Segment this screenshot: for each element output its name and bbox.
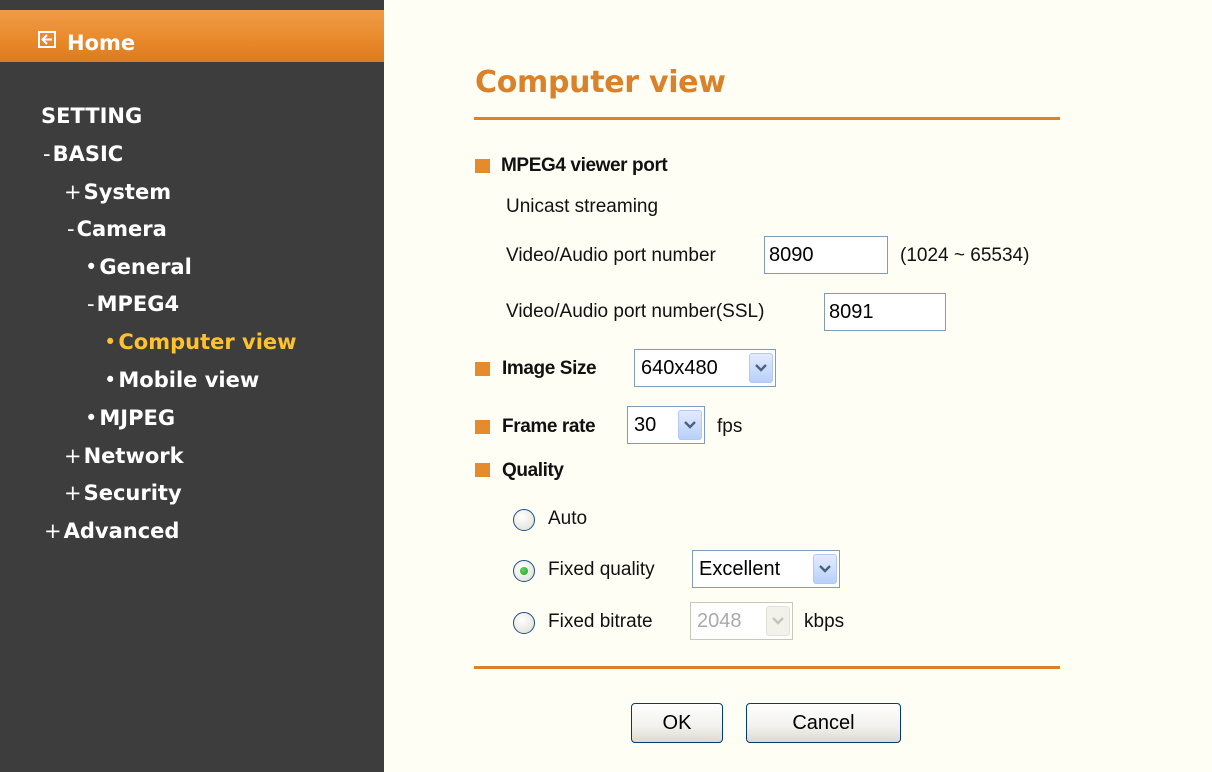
- bullet-marker: •: [104, 368, 117, 392]
- fixed-bitrate-value: 2048: [697, 610, 742, 632]
- bullet-marker: •: [85, 406, 98, 430]
- nav-camera-label: Camera: [76, 217, 167, 241]
- cancel-button[interactable]: Cancel: [746, 703, 901, 743]
- nav-computer-view[interactable]: •Computer view: [104, 329, 297, 355]
- frame-rate-select[interactable]: 30: [627, 406, 705, 444]
- expand-marker: +: [64, 444, 82, 468]
- fixed-quality-radio[interactable]: [513, 560, 535, 582]
- nav-network-label: Network: [83, 444, 184, 468]
- bullet-marker: •: [85, 255, 98, 279]
- ssl-port-input[interactable]: [824, 293, 946, 331]
- ssl-port-label: Video/Audio port number(SSL): [506, 301, 765, 322]
- image-size-value: 640x480: [641, 357, 718, 379]
- fixed-bitrate-radio[interactable]: [513, 612, 535, 634]
- fixed-quality-value: Excellent: [699, 558, 781, 580]
- nav-security-label: Security: [83, 481, 182, 505]
- nav-security[interactable]: +Security: [64, 480, 182, 506]
- auto-radio[interactable]: [513, 509, 535, 531]
- quality-label: Quality: [502, 460, 564, 481]
- nav-advanced-label: Advanced: [63, 519, 180, 543]
- home-label: Home: [67, 31, 136, 55]
- chevron-down-icon[interactable]: [766, 606, 790, 636]
- frame-rate-value: 30: [634, 414, 657, 436]
- chevron-down-icon[interactable]: [678, 410, 702, 440]
- sidebar: Home SETTING -BASIC +System -Camera •Gen…: [0, 0, 384, 772]
- nav-mjpeg-label: MJPEG: [99, 406, 176, 430]
- setting-heading: SETTING: [41, 104, 143, 128]
- nav-mobile-view-label: Mobile view: [118, 368, 260, 392]
- radio-selected-dot: [520, 567, 528, 575]
- collapse-marker: -: [67, 217, 75, 241]
- square-bullet-icon: [475, 463, 490, 477]
- square-bullet-icon: [475, 159, 490, 173]
- expand-marker: +: [64, 481, 82, 505]
- port-range-hint: (1024 ~ 65534): [900, 245, 1030, 266]
- nav-mobile-view[interactable]: •Mobile view: [104, 367, 259, 393]
- square-bullet-icon: [475, 362, 490, 376]
- nav-advanced[interactable]: +Advanced: [44, 518, 179, 544]
- nav-general[interactable]: •General: [85, 254, 192, 280]
- nav-mpeg4[interactable]: -MPEG4: [87, 291, 179, 317]
- nav-basic-label: BASIC: [52, 142, 124, 166]
- home-link[interactable]: Home: [0, 10, 384, 62]
- expand-marker: +: [44, 519, 62, 543]
- chevron-down-icon[interactable]: [813, 554, 837, 584]
- ok-button[interactable]: OK: [631, 703, 723, 743]
- fixed-quality-select[interactable]: Excellent: [692, 550, 840, 588]
- nav-camera[interactable]: -Camera: [67, 216, 167, 242]
- auto-label: Auto: [548, 508, 588, 529]
- settings-panel: Computer view MPEG4 viewer port Unicast …: [384, 0, 1212, 772]
- collapse-marker: -: [87, 292, 95, 316]
- nav-computer-view-label: Computer view: [118, 330, 297, 354]
- port-input[interactable]: [764, 236, 888, 274]
- mpeg4-port-label: MPEG4 viewer port: [501, 155, 668, 176]
- nav-mjpeg[interactable]: •MJPEG: [85, 405, 175, 431]
- kbps-unit: kbps: [804, 611, 845, 632]
- image-size-select[interactable]: 640x480: [634, 349, 776, 387]
- image-size-label: Image Size: [502, 358, 597, 379]
- title-divider: [474, 117, 1060, 120]
- bullet-marker: •: [104, 330, 117, 354]
- fps-unit: fps: [717, 416, 743, 437]
- footer-divider: [474, 666, 1060, 669]
- fixed-bitrate-label: Fixed bitrate: [548, 611, 653, 632]
- port-label: Video/Audio port number: [506, 245, 716, 266]
- nav-mpeg4-label: MPEG4: [96, 292, 180, 316]
- fixed-quality-label: Fixed quality: [548, 559, 655, 580]
- fixed-bitrate-select[interactable]: 2048: [690, 602, 793, 640]
- page-title: Computer view: [475, 65, 726, 100]
- expand-marker: +: [64, 180, 82, 204]
- nav-system-label: System: [83, 180, 172, 204]
- nav-general-label: General: [99, 255, 192, 279]
- frame-rate-label: Frame rate: [502, 416, 596, 437]
- nav-basic[interactable]: -BASIC: [43, 141, 123, 167]
- nav-network[interactable]: +Network: [64, 443, 184, 469]
- unicast-label: Unicast streaming: [506, 196, 659, 217]
- back-arrow-box-icon: [38, 31, 56, 48]
- chevron-down-icon[interactable]: [749, 353, 773, 383]
- nav-system[interactable]: +System: [64, 179, 171, 205]
- collapse-marker: -: [43, 142, 51, 166]
- square-bullet-icon: [475, 420, 490, 434]
